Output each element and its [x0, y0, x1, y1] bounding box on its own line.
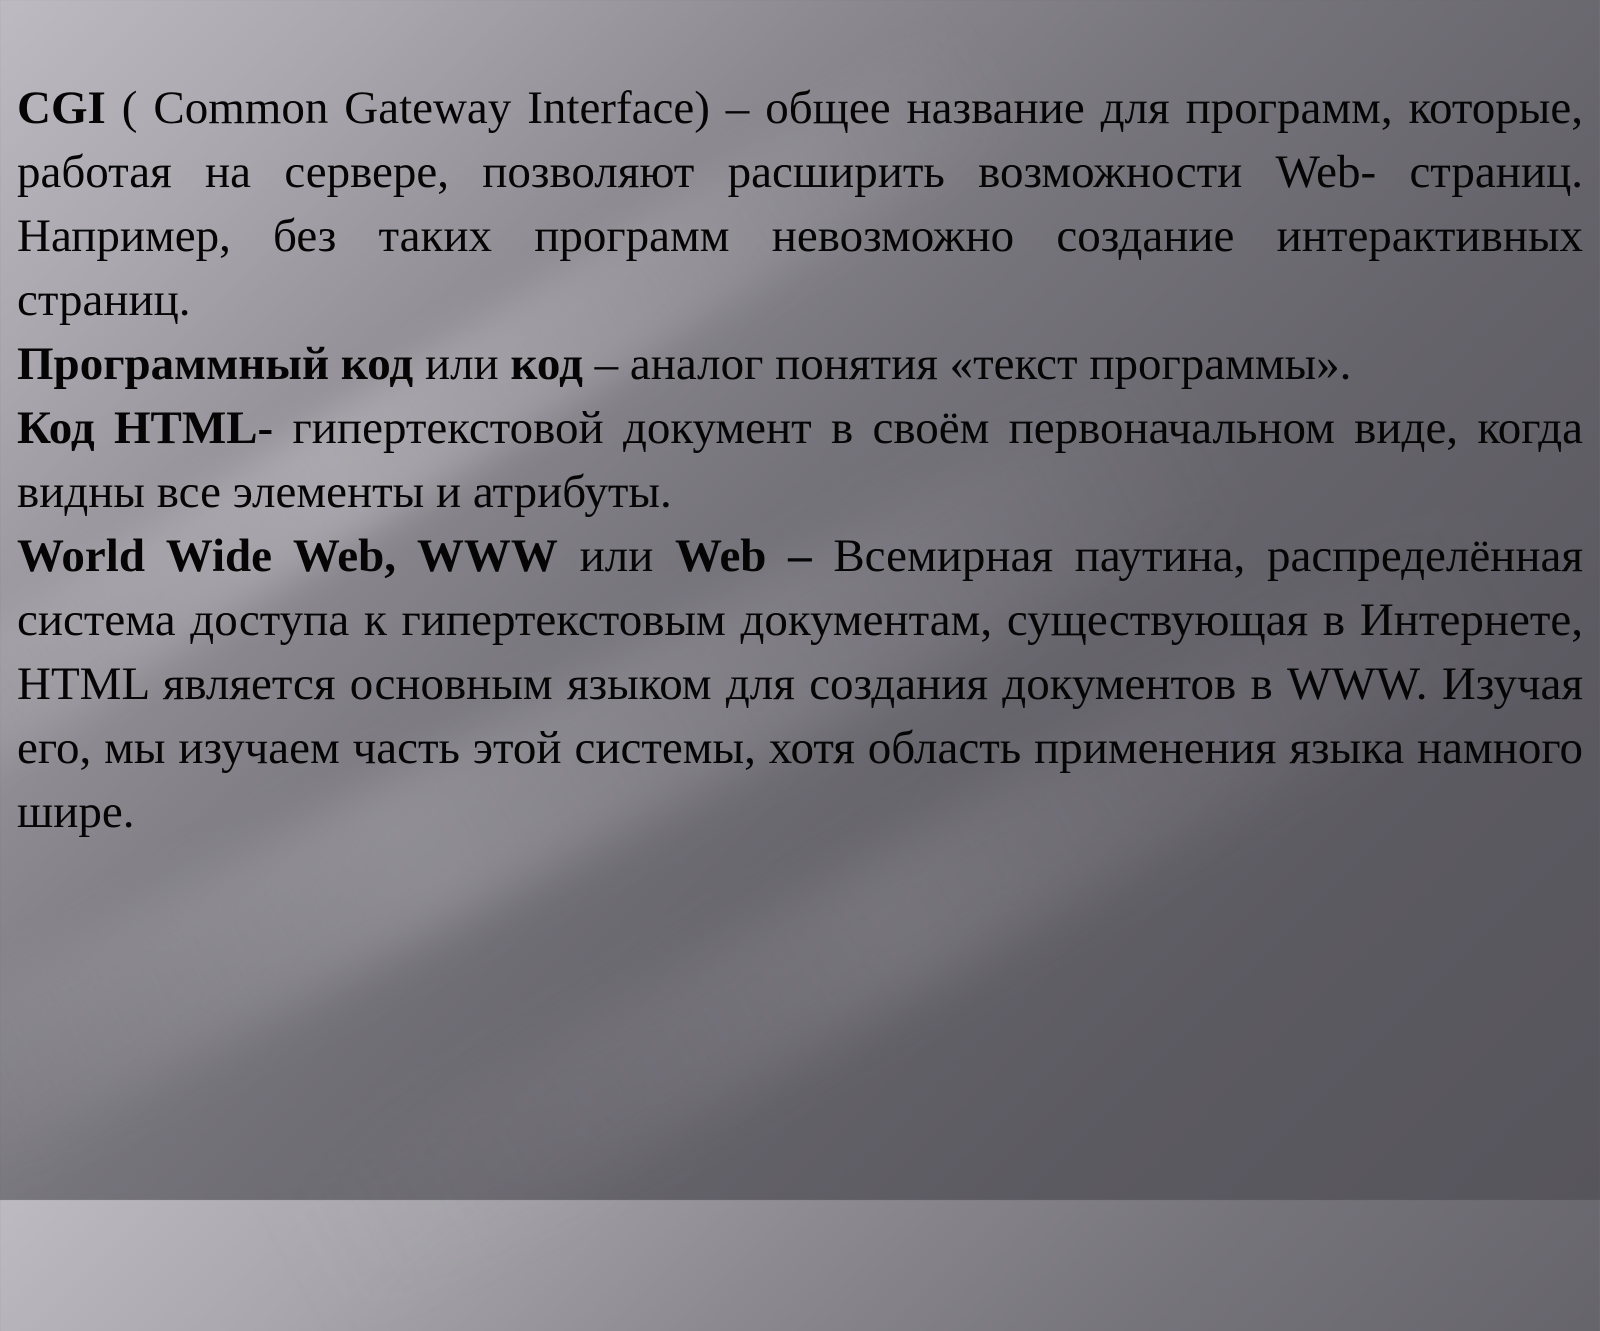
slide-body: CGI ( Common Gateway Interface) – общее … [17, 76, 1583, 844]
connector-text: или [557, 530, 676, 582]
term-web: Web – [675, 530, 812, 582]
term-html-code: Код HTML- [17, 402, 274, 454]
term-www: World Wide Web, WWW [17, 530, 558, 582]
paragraph-cgi: CGI ( Common Gateway Interface) – общее … [17, 76, 1583, 332]
paragraph-www: World Wide Web, WWW или Web – Всемирная … [17, 524, 1583, 844]
paragraph-html-code: Код HTML- гипертекстовой документ в своё… [17, 396, 1583, 524]
connector-text: или [413, 338, 511, 390]
term-code: код [510, 338, 583, 390]
term-program-code: Программный код [17, 338, 414, 390]
definition-program-code: – аналог понятия «текст программы». [582, 338, 1352, 390]
term-cgi: CGI [17, 82, 106, 134]
definition-cgi: ( Common Gateway Interface) – общее назв… [17, 82, 1583, 326]
paragraph-program-code: Программный код или код – аналог понятия… [17, 332, 1583, 396]
